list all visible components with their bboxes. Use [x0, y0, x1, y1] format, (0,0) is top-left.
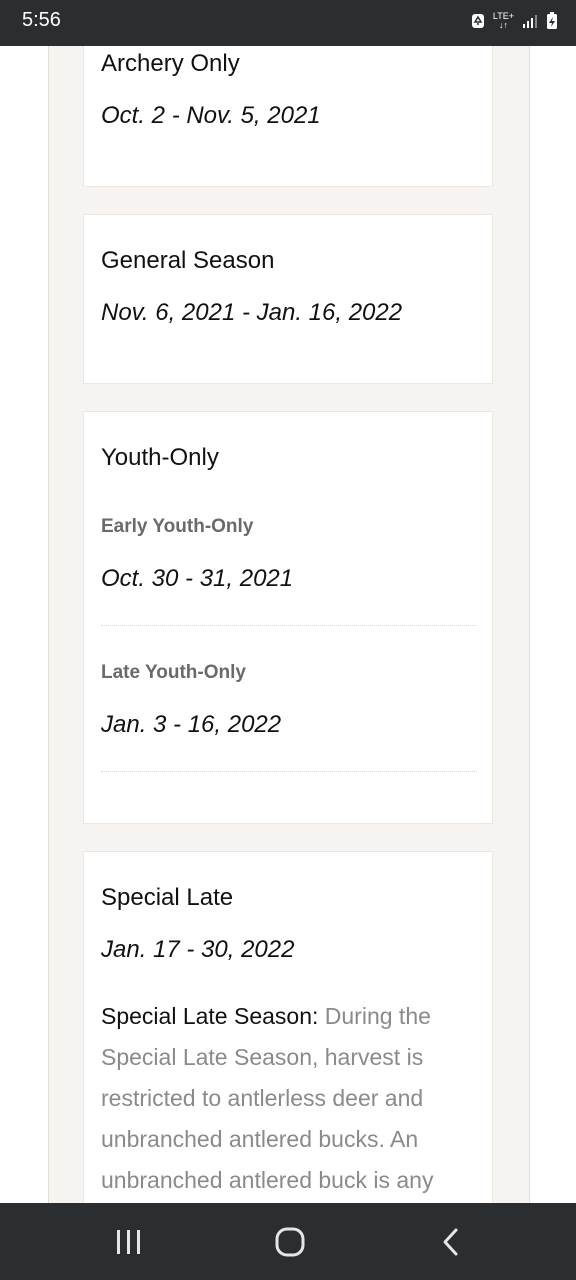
signal-icon: [523, 15, 537, 28]
home-icon: [275, 1227, 305, 1256]
back-button[interactable]: [396, 1203, 506, 1280]
season-date: Jan. 17 - 30, 2022: [101, 936, 295, 963]
season-card-general: General Season Nov. 6, 2021 - Jan. 16, 2…: [83, 214, 493, 384]
status-time: 5:56: [22, 9, 61, 31]
season-title: Archery Only: [101, 50, 240, 77]
description-lead: Special Late Season:: [101, 1003, 319, 1029]
season-title: General Season: [101, 247, 275, 274]
season-title: Youth-Only: [101, 444, 219, 471]
description-line: unbranched antlered buck is any: [101, 1167, 434, 1193]
season-card-special-late: Special Late Jan. 17 - 30, 2022 Special …: [83, 851, 493, 1203]
divider: [101, 625, 477, 626]
description-line: unbranched antlered bucks. An: [101, 1126, 419, 1152]
youth-subtitle-early: Early Youth-Only: [101, 516, 254, 537]
battery-charging-icon: [547, 12, 557, 29]
divider: [101, 771, 477, 772]
description-line: restricted to antlerless deer and: [101, 1085, 424, 1111]
status-bar: 5:56 LTE+ ↓↑: [0, 0, 576, 46]
page-content[interactable]: Archery Only Oct. 2 - Nov. 5, 2021 Gener…: [48, 46, 530, 1203]
youth-date-late: Jan. 3 - 16, 2022: [101, 711, 282, 738]
home-button[interactable]: [235, 1203, 345, 1280]
description-line: Special Late Season, harvest is: [101, 1044, 424, 1070]
status-icons: LTE+ ↓↑: [471, 12, 558, 30]
network-type: LTE+ ↓↑: [492, 11, 514, 30]
recents-button[interactable]: [74, 1203, 184, 1280]
navigation-bar: [0, 1203, 576, 1280]
season-date: Oct. 2 - Nov. 5, 2021: [101, 102, 321, 129]
back-icon: [443, 1228, 458, 1255]
season-date: Nov. 6, 2021 - Jan. 16, 2022: [101, 299, 403, 326]
youth-date-early: Oct. 30 - 31, 2021: [101, 565, 294, 592]
season-card-archery: Archery Only Oct. 2 - Nov. 5, 2021: [83, 46, 493, 187]
season-card-youth: Youth-Only Early Youth-Only Oct. 30 - 31…: [83, 411, 493, 824]
description-line: During the: [318, 1003, 431, 1029]
recents-icon: [117, 1229, 140, 1254]
youth-subtitle-late: Late Youth-Only: [101, 662, 246, 683]
season-title: Special Late: [101, 884, 234, 911]
special-late-description: Special Late Season: During the Special …: [101, 996, 481, 1201]
recycle-notification-icon: [471, 14, 484, 28]
